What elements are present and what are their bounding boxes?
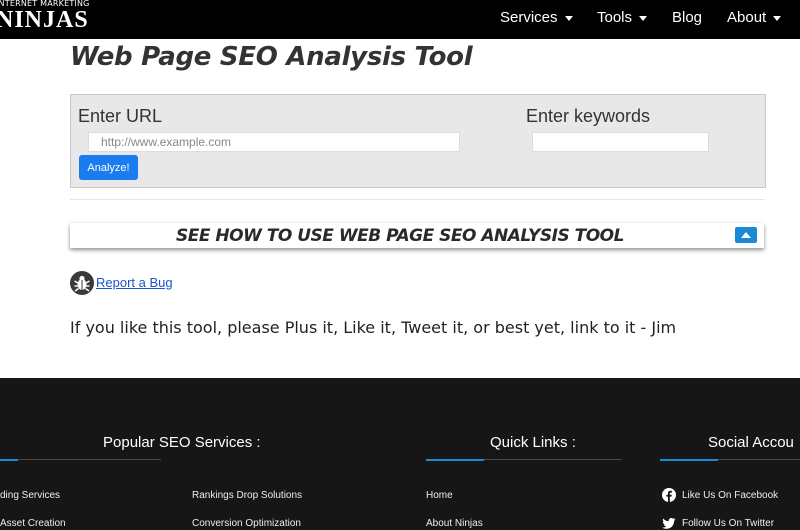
heading-underline bbox=[718, 459, 800, 460]
heading-underline-accent bbox=[0, 459, 18, 461]
popular-services-heading: Popular SEO Services : bbox=[103, 434, 261, 451]
how-to-title: SEE HOW TO USE WEB PAGE SEO ANALYSIS TOO… bbox=[176, 226, 624, 246]
footer-link[interactable]: Asset Creation bbox=[0, 518, 66, 529]
footer-link[interactable]: ding Services bbox=[0, 490, 60, 501]
social-heading: Social Accou bbox=[708, 434, 794, 451]
quick-links-heading: Quick Links : bbox=[490, 434, 576, 451]
chevron-down-icon bbox=[639, 15, 648, 21]
url-input[interactable] bbox=[88, 132, 460, 152]
analyze-button[interactable]: Analyze! bbox=[79, 155, 138, 180]
chevron-down-icon bbox=[564, 15, 573, 21]
divider bbox=[70, 199, 765, 200]
footer: Popular SEO Services : Quick Links : Soc… bbox=[0, 378, 800, 530]
heading-underline-accent bbox=[426, 459, 484, 461]
nav-services-label: Services bbox=[500, 9, 558, 26]
footer-link-about[interactable]: About Ninjas bbox=[426, 518, 483, 529]
chevron-up-icon[interactable] bbox=[735, 227, 757, 243]
how-to-accordion[interactable]: SEE HOW TO USE WEB PAGE SEO ANALYSIS TOO… bbox=[70, 223, 764, 248]
nav-blog[interactable]: Blog bbox=[672, 9, 702, 26]
keywords-label: Enter keywords bbox=[526, 106, 651, 126]
chevron-down-icon bbox=[773, 15, 782, 21]
facebook-link[interactable]: Like Us On Facebook bbox=[682, 490, 778, 501]
nav-tools[interactable]: Tools bbox=[597, 9, 648, 26]
twitter-link[interactable]: Follow Us On Twitter bbox=[682, 518, 774, 529]
heading-underline-accent bbox=[660, 459, 718, 461]
nav-about-label: About bbox=[727, 9, 767, 26]
twitter-icon bbox=[662, 518, 676, 529]
footer-link-home[interactable]: Home bbox=[426, 490, 453, 501]
nav-tools-label: Tools bbox=[597, 9, 633, 26]
footer-link[interactable]: Rankings Drop Solutions bbox=[192, 490, 302, 501]
analysis-form: Enter URL Enter keywords Analyze! bbox=[70, 94, 766, 188]
bug-icon bbox=[70, 271, 94, 295]
report-bug-link[interactable]: Report a Bug bbox=[96, 275, 173, 290]
nav-about[interactable]: About bbox=[727, 9, 782, 26]
page-title: Web Page SEO Analysis Tool bbox=[70, 42, 473, 72]
keywords-input[interactable] bbox=[532, 132, 709, 152]
facebook-icon bbox=[662, 488, 676, 502]
url-label: Enter URL bbox=[78, 106, 163, 126]
logo-wordmark: NINJAS bbox=[0, 7, 89, 33]
heading-underline bbox=[18, 459, 161, 460]
footer-link[interactable]: Conversion Optimization bbox=[192, 518, 301, 529]
nav-blog-label: Blog bbox=[672, 9, 703, 26]
top-navbar: INTERNET MARKETING NINJAS Services Tools… bbox=[0, 0, 800, 39]
heading-underline bbox=[484, 459, 622, 460]
plug-text: If you like this tool, please Plus it, L… bbox=[70, 318, 677, 337]
nav-services[interactable]: Services bbox=[500, 9, 573, 26]
